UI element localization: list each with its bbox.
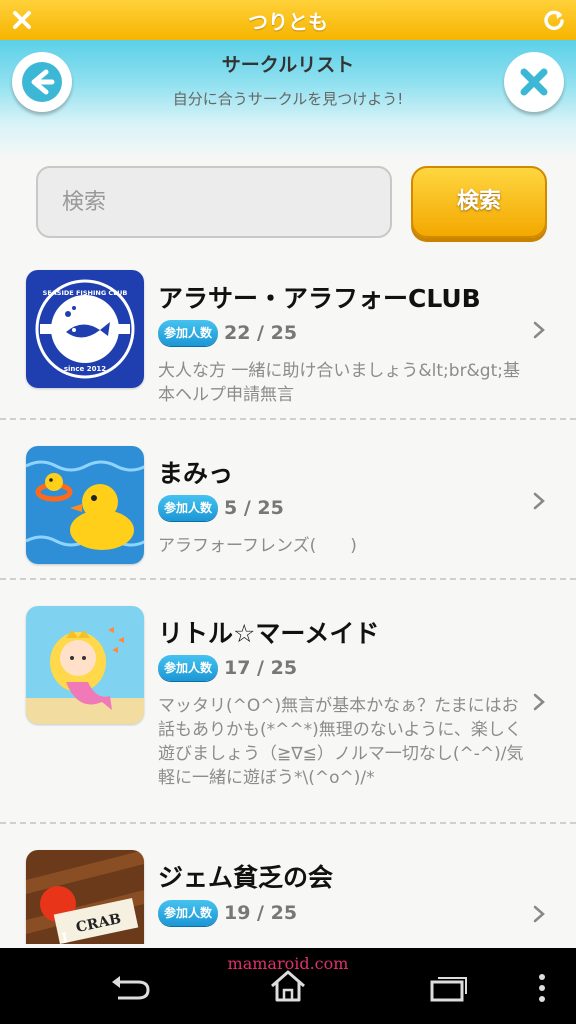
reload-icon[interactable] <box>538 4 570 36</box>
member-count: 5 / 25 <box>224 497 284 519</box>
member-count-badge: 参加人数 <box>158 495 218 521</box>
fishing-club-logo-icon: SEASIDE FISHING CLUB since 2012 <box>26 270 144 388</box>
system-nav-bar: mamaroid.com <box>0 948 576 1024</box>
menu-nav-icon[interactable] <box>536 972 548 1004</box>
circle-thumbnail: CRAB I <box>26 850 144 944</box>
chevron-right-icon <box>533 492 545 510</box>
recent-apps-nav-icon[interactable] <box>428 974 468 1002</box>
list-item[interactable]: CRAB I ジェム貧乏の会 参加人数 19 / 25 <box>0 824 576 944</box>
circle-list: SEASIDE FISHING CLUB since 2012 アラサー・アラフ… <box>0 252 576 944</box>
list-item[interactable]: まみっ 参加人数 5 / 25 アラフォーフレンズ( ) <box>0 420 576 580</box>
back-nav-icon[interactable] <box>108 974 152 1004</box>
close-x-icon <box>520 68 548 96</box>
circle-name: リトル☆マーメイド <box>158 619 380 648</box>
list-item[interactable]: SEASIDE FISHING CLUB since 2012 アラサー・アラフ… <box>0 252 576 420</box>
member-count-row: 参加人数 5 / 25 <box>158 495 284 523</box>
member-count: 22 / 25 <box>224 322 298 344</box>
member-count-row: 参加人数 22 / 25 <box>158 320 297 348</box>
circle-name: アラサー・アラフォーCLUB <box>158 284 481 313</box>
member-count: 17 / 25 <box>224 657 298 679</box>
home-nav-icon[interactable] <box>268 968 308 1004</box>
svg-text:SEASIDE FISHING CLUB: SEASIDE FISHING CLUB <box>43 289 128 297</box>
chevron-right-icon <box>533 321 545 339</box>
circle-thumbnail: SEASIDE FISHING CLUB since 2012 <box>26 270 144 388</box>
circle-thumbnail <box>26 446 144 564</box>
crab-icon: CRAB I <box>26 850 144 944</box>
rubber-duck-icon <box>26 446 144 564</box>
member-count-badge: 参加人数 <box>158 655 218 681</box>
member-count-row: 参加人数 17 / 25 <box>158 655 297 683</box>
circle-description: マッタリ(^O^)無言が基本かなぁ？たまにはお話もありかも(*^^*)無理のない… <box>158 696 524 788</box>
app-title-bar: つりとも <box>0 0 576 40</box>
chevron-right-icon <box>533 693 545 711</box>
page-header: サークルリスト 自分に合うサークルを見つけよう! <box>0 40 576 160</box>
page-title: サークルリスト <box>221 54 355 76</box>
list-item[interactable]: リトル☆マーメイド 参加人数 17 / 25 マッタリ(^O^)無言が基本かなぁ？… <box>0 580 576 824</box>
chevron-right-icon <box>533 905 545 923</box>
member-count-row: 参加人数 19 / 25 <box>158 900 297 928</box>
svg-text:since 2012: since 2012 <box>64 365 106 373</box>
search-input[interactable] <box>36 166 392 238</box>
member-count-badge: 参加人数 <box>158 320 218 346</box>
circle-thumbnail <box>26 606 144 724</box>
page-subtitle: 自分に合うサークルを見つけよう! <box>172 90 404 108</box>
circle-description: アラフォーフレンズ( ) <box>158 536 357 556</box>
close-button[interactable] <box>504 52 564 112</box>
circle-description: 大人な方 一緒に助け合いましょう&lt;br&gt;基本ヘルプ申請無言 <box>158 361 520 405</box>
search-button[interactable]: 検索 <box>411 166 547 238</box>
member-count: 19 / 25 <box>224 902 298 924</box>
circle-name: ジェム貧乏の会 <box>158 863 334 892</box>
app-title: つりとも <box>248 10 328 34</box>
circle-name: まみっ <box>158 459 234 488</box>
mermaid-icon <box>26 606 144 724</box>
member-count-badge: 参加人数 <box>158 900 218 926</box>
